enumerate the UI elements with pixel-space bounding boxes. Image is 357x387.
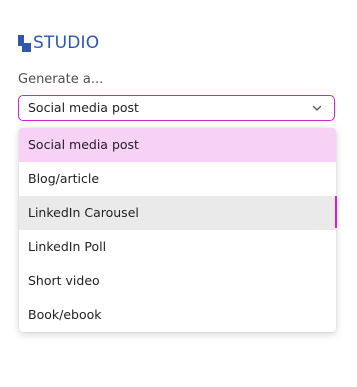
option-linkedin-poll[interactable]: LinkedIn Poll (19, 230, 336, 264)
option-short-video[interactable]: Short video (19, 264, 336, 298)
content-type-select[interactable]: Social media post (18, 95, 335, 121)
underlying-field-border (335, 196, 337, 228)
select-value: Social media post (28, 100, 139, 115)
studio-logo-icon (18, 34, 31, 52)
option-blog-article[interactable]: Blog/article (19, 162, 336, 196)
chevron-down-icon (312, 105, 322, 111)
generate-label: Generate a... (18, 72, 104, 87)
brand-name: STUDIO (33, 33, 100, 53)
option-linkedin-carousel[interactable]: LinkedIn Carousel (19, 196, 336, 230)
content-type-dropdown: Social media post Blog/article LinkedIn … (19, 128, 336, 332)
option-social-media-post[interactable]: Social media post (19, 128, 336, 162)
brand-header: STUDIO (18, 33, 99, 53)
option-book-ebook[interactable]: Book/ebook (19, 298, 336, 332)
